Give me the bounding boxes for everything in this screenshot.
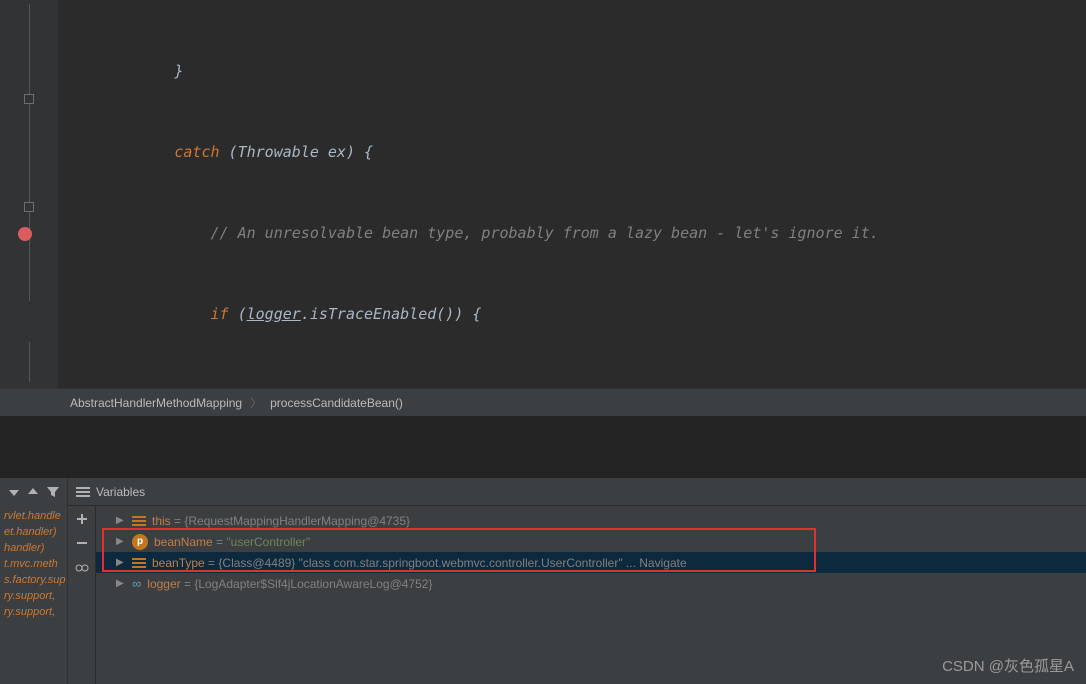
keyword: if xyxy=(211,305,229,323)
down-arrow-icon[interactable] xyxy=(6,484,22,500)
add-icon[interactable] xyxy=(75,512,89,526)
object-icon xyxy=(132,558,146,568)
expand-icon[interactable]: ▶ xyxy=(116,536,126,547)
object-icon xyxy=(132,516,146,526)
var-name: beanName xyxy=(154,535,213,549)
code-text: } xyxy=(66,62,183,80)
glasses-icon[interactable] xyxy=(75,560,89,574)
var-value: = xyxy=(213,535,227,549)
breadcrumb-item[interactable]: processCandidateBean() xyxy=(270,396,403,410)
code-text: (Throwable ex) { xyxy=(220,143,374,161)
method: trace xyxy=(310,386,355,388)
field: logger xyxy=(247,305,301,323)
stack-frame[interactable]: s.factory.sup xyxy=(0,572,67,588)
code-editor[interactable]: } catch (Throwable ex) { // An unresolva… xyxy=(0,0,1086,388)
expand-icon[interactable]: ▶ xyxy=(116,515,126,526)
remove-icon[interactable] xyxy=(75,536,89,550)
code-text: .isTraceEnabled()) { xyxy=(301,305,482,323)
up-arrow-icon[interactable] xyxy=(25,484,41,500)
stack-frame[interactable]: ry.support, xyxy=(0,588,67,604)
var-name: logger xyxy=(147,577,180,591)
stack-frame[interactable]: rvlet.handle xyxy=(0,508,67,524)
var-value: = {LogAdapter$Slf4jLocationAwareLog@4752… xyxy=(181,577,433,591)
watermark: CSDN @灰色孤星A xyxy=(942,655,1074,676)
comment: // An unresolvable bean type, probably f… xyxy=(66,224,879,242)
panel-divider xyxy=(0,416,1086,478)
string: "'" xyxy=(843,386,870,388)
chevron-right-icon: 〉 xyxy=(250,394,262,411)
variables-header: Variables xyxy=(68,478,1086,506)
filter-icon[interactable] xyxy=(45,484,61,500)
infinity-icon: ∞ xyxy=(132,576,141,591)
fold-marker[interactable] xyxy=(24,94,34,104)
variable-row-logger[interactable]: ▶ ∞ logger = {LogAdapter$Slf4jLocationAw… xyxy=(96,573,1086,594)
code-text: . xyxy=(301,386,310,388)
code-text: ( xyxy=(355,386,364,388)
var-name: beanType xyxy=(152,556,205,570)
var-value: = {RequestMappingHandlerMapping@4735} xyxy=(171,514,410,528)
stack-frame[interactable]: et.handler) xyxy=(0,524,67,540)
list-icon xyxy=(76,487,90,497)
variable-row-beanname[interactable]: ▶ p beanName = "userController" xyxy=(96,531,1086,552)
variables-tree[interactable]: ▶ this = {RequestMappingHandlerMapping@4… xyxy=(96,506,1086,684)
code-text: , ex); xyxy=(870,386,924,388)
code-text: + beanName + xyxy=(716,386,842,388)
keyword: catch xyxy=(174,143,219,161)
code-content[interactable]: } catch (Throwable ex) { // An unresolva… xyxy=(58,0,1086,388)
code-text: ( xyxy=(229,305,247,323)
breadcrumb-item[interactable]: AbstractHandlerMethodMapping xyxy=(70,396,242,410)
expand-icon[interactable]: ▶ xyxy=(116,557,126,568)
editor-gutter xyxy=(0,0,58,388)
variable-row-beantype[interactable]: ▶ beanType = {Class@4489} "class com.sta… xyxy=(96,552,1086,573)
expand-icon[interactable]: ▶ xyxy=(116,578,126,589)
string: "Could not resolve type for bean '" xyxy=(400,386,716,388)
variables-toolbar xyxy=(68,506,96,684)
var-value: "userController" xyxy=(226,535,310,549)
stack-frame[interactable]: handler) xyxy=(0,540,67,556)
variable-row-this[interactable]: ▶ this = {RequestMappingHandlerMapping@4… xyxy=(96,510,1086,531)
frames-panel: rvlet.handle et.handler) handler) t.mvc.… xyxy=(0,478,68,684)
breakpoint-icon[interactable] xyxy=(18,227,32,241)
param-hint: o: xyxy=(364,386,400,388)
variables-title: Variables xyxy=(96,485,145,499)
var-value: = {Class@4489} "class com.star.springboo… xyxy=(205,556,687,570)
var-name: this xyxy=(152,514,171,528)
stack-frames[interactable]: rvlet.handle et.handler) handler) t.mvc.… xyxy=(0,506,67,684)
breadcrumb: AbstractHandlerMethodMapping 〉 processCa… xyxy=(0,388,1086,416)
debugger-panel: rvlet.handle et.handler) handler) t.mvc.… xyxy=(0,478,1086,684)
stack-frame[interactable]: t.mvc.meth xyxy=(0,556,67,572)
fold-marker[interactable] xyxy=(24,202,34,212)
stack-frame[interactable]: ry.support, xyxy=(0,604,67,620)
field: logger xyxy=(247,386,301,388)
param-badge-icon: p xyxy=(132,534,148,550)
